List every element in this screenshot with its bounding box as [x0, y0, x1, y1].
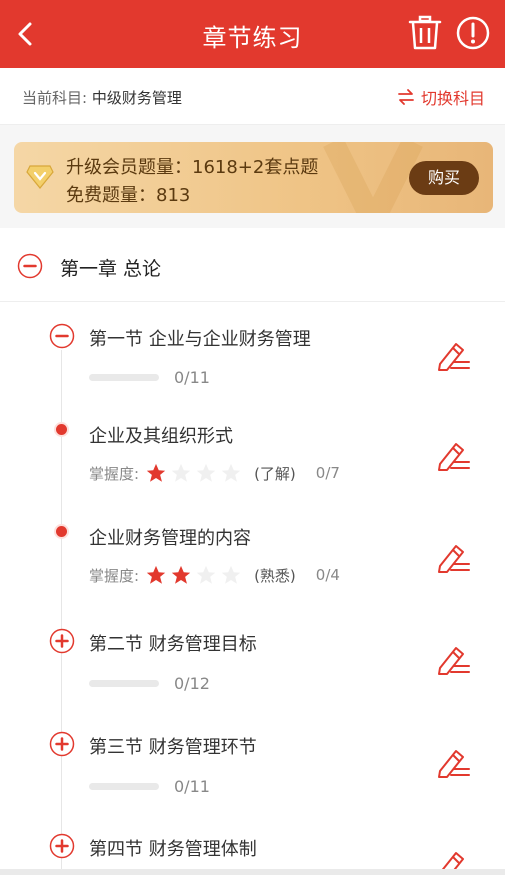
star-rating: [145, 462, 242, 484]
vip-diamond-icon: [26, 165, 54, 189]
edit-practice-icon[interactable]: [436, 540, 470, 574]
current-subject-label: 当前科目:: [22, 89, 92, 107]
section-title: 第三节 财务管理环节: [89, 737, 257, 758]
bottom-edge: [0, 869, 505, 875]
progress-count: 0/12: [174, 674, 210, 693]
edit-practice-icon[interactable]: [436, 438, 470, 472]
collapse-icon[interactable]: [49, 323, 75, 349]
edit-practice-icon[interactable]: [436, 642, 470, 676]
edit-practice-icon[interactable]: [436, 745, 470, 779]
edit-practice-icon[interactable]: [436, 338, 470, 372]
chapter-title: 第一章 总论: [60, 258, 162, 280]
progress-count: 0/11: [174, 368, 210, 387]
mastery-level: (熟悉): [254, 566, 296, 585]
app-header: 章节练习: [0, 0, 505, 68]
expand-icon[interactable]: [49, 731, 75, 757]
buy-button[interactable]: 购买: [409, 161, 479, 195]
edit-practice-icon[interactable]: [436, 847, 470, 869]
expand-icon[interactable]: [49, 833, 75, 859]
chapter-row[interactable]: 第一章 总论: [0, 232, 505, 302]
vip-watermark-icon: [323, 142, 423, 213]
point-dot: [56, 424, 67, 435]
trash-icon[interactable]: [408, 15, 442, 51]
star-empty-icon: [221, 565, 241, 584]
info-icon[interactable]: [456, 16, 490, 50]
star-rating: [145, 564, 242, 586]
progress-count: 0/4: [315, 566, 340, 584]
star-empty-icon: [196, 565, 216, 584]
section-title: 第四节 财务管理体制: [89, 839, 257, 860]
point-dot: [56, 526, 67, 537]
mastery-level: (了解): [254, 464, 296, 483]
switch-subject-label: 切换科目: [420, 89, 485, 108]
free-question-count: 免费题量：813: [66, 185, 191, 206]
mastery-label: 掌握度:: [89, 464, 140, 483]
collapse-icon[interactable]: [17, 253, 43, 279]
vip-question-count: 升级会员题量：1618+2套点题: [66, 157, 319, 178]
swap-icon: [398, 89, 414, 105]
star-empty-icon: [196, 463, 216, 482]
vip-banner[interactable]: 升级会员题量：1618+2套点题 免费题量：813 购买: [14, 142, 493, 213]
mastery-row: 掌握度: (熟悉) 0/4: [89, 564, 340, 586]
mastery-row: 掌握度: (了解) 0/7: [89, 462, 340, 484]
progress-bar: [89, 680, 159, 687]
star-filled-icon: [171, 565, 191, 584]
section-title: 第二节 财务管理目标: [89, 634, 257, 655]
star-empty-icon: [221, 463, 241, 482]
current-subject: 当前科目: 中级财务管理: [22, 87, 182, 108]
star-empty-icon: [171, 463, 191, 482]
star-filled-icon: [146, 565, 166, 584]
current-subject-value: 中级财务管理: [91, 89, 182, 107]
expand-icon[interactable]: [49, 628, 75, 654]
star-filled-icon: [146, 463, 166, 482]
subject-bar: 当前科目: 中级财务管理 切换科目: [0, 68, 505, 125]
progress-count: 0/7: [315, 464, 340, 482]
list-item-section[interactable]: 第四节 财务管理体制: [0, 832, 505, 869]
section-title: 第一节 企业与企业财务管理: [89, 329, 311, 350]
switch-subject-button[interactable]: 切换科目: [397, 85, 485, 109]
mastery-label: 掌握度:: [89, 566, 140, 585]
point-title: 企业财务管理的内容: [89, 528, 251, 549]
progress-count: 0/11: [174, 777, 210, 796]
progress-bar: [89, 374, 159, 381]
point-title: 企业及其组织形式: [89, 426, 233, 447]
progress-bar: [89, 783, 159, 790]
